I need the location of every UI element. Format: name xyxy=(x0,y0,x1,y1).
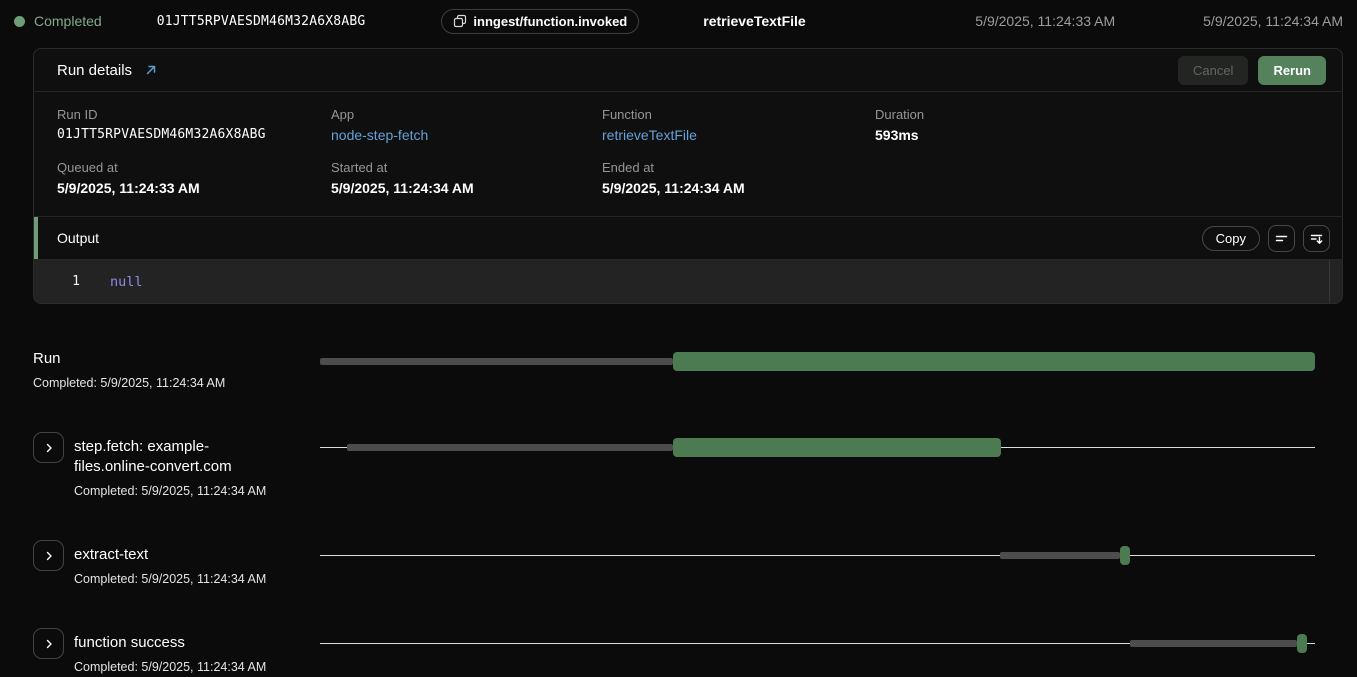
field-label: Duration xyxy=(875,107,1319,122)
status-dot-icon xyxy=(14,16,25,27)
step-title: step.fetch: example-files.online-convert… xyxy=(74,437,284,477)
field-duration: Duration 593ms xyxy=(875,107,1319,143)
expand-step-button[interactable] xyxy=(33,628,64,659)
trace-step-row[interactable]: function success Completed: 5/9/2025, 11… xyxy=(33,628,1315,674)
follow-output-button[interactable] xyxy=(1303,225,1330,252)
run-status: Completed xyxy=(34,13,102,29)
field-value: 593ms xyxy=(875,127,1319,143)
function-link[interactable]: retrieveTextFile xyxy=(602,127,875,143)
field-run-id: Run ID 01JTT5RPVAESDM46M32A6X8ABG xyxy=(57,107,331,143)
panel-header: Run details Cancel Rerun xyxy=(34,49,1342,92)
run-queued-bar xyxy=(320,358,673,365)
trace-run-completed: Completed: 5/9/2025, 11:24:34 AM xyxy=(33,376,320,390)
step-queued-bar xyxy=(1130,640,1297,647)
field-value: 01JTT5RPVAESDM46M32A6X8ABG xyxy=(57,127,331,142)
output-header: Output Copy xyxy=(34,216,1342,260)
page-title: Run details xyxy=(57,62,132,79)
run-summary-bar[interactable]: Completed 01JTT5RPVAESDM46M32A6X8ABG inn… xyxy=(0,0,1357,42)
field-label: Run ID xyxy=(57,107,331,122)
step-duration-marker[interactable] xyxy=(1297,634,1307,653)
output-code-viewer[interactable]: 1 null xyxy=(34,260,1342,303)
duplicate-squares-icon xyxy=(453,14,467,28)
step-completed: Completed: 5/9/2025, 11:24:34 AM xyxy=(74,572,284,586)
step-timeline xyxy=(320,634,1315,653)
output-value: null xyxy=(110,274,143,290)
step-completed: Completed: 5/9/2025, 11:24:34 AM xyxy=(74,660,284,674)
step-duration-bar[interactable] xyxy=(673,438,1000,457)
field-value: 5/9/2025, 11:24:34 AM xyxy=(331,180,602,196)
external-link-icon[interactable] xyxy=(144,63,158,77)
function-name: retrieveTextFile xyxy=(703,13,805,29)
step-title: function success xyxy=(74,633,284,653)
expand-step-button[interactable] xyxy=(33,432,64,463)
chevron-right-icon xyxy=(43,638,55,650)
output-title: Output xyxy=(57,230,99,246)
run-metadata: Run ID 01JTT5RPVAESDM46M32A6X8ABG App no… xyxy=(34,92,1342,216)
trace-timeline: Run Completed: 5/9/2025, 11:24:34 AM ste… xyxy=(33,350,1315,674)
started-timestamp: 5/9/2025, 11:24:34 AM xyxy=(1203,13,1343,29)
step-queued-bar xyxy=(1000,552,1120,559)
copy-button[interactable]: Copy xyxy=(1202,226,1260,251)
event-badge[interactable]: inngest/function.invoked xyxy=(441,9,639,34)
run-duration-bar[interactable] xyxy=(673,352,1315,371)
step-duration-marker[interactable] xyxy=(1120,546,1130,565)
run-id: 01JTT5RPVAESDM46M32A6X8ABG xyxy=(157,14,366,29)
step-title: extract-text xyxy=(74,545,284,565)
event-badge-label: inngest/function.invoked xyxy=(473,14,627,29)
expand-step-button[interactable] xyxy=(33,540,64,571)
field-label: App xyxy=(331,107,602,122)
field-label: Started at xyxy=(331,160,602,175)
field-ended-at: Ended at 5/9/2025, 11:24:34 AM xyxy=(602,160,875,196)
trace-run-row[interactable]: Run Completed: 5/9/2025, 11:24:34 AM xyxy=(33,350,1315,390)
field-queued-at: Queued at 5/9/2025, 11:24:33 AM xyxy=(57,160,331,196)
run-timeline xyxy=(320,352,1315,371)
field-function: Function retrieveTextFile xyxy=(602,107,875,143)
step-completed: Completed: 5/9/2025, 11:24:34 AM xyxy=(74,484,284,498)
rerun-button[interactable]: Rerun xyxy=(1258,56,1326,85)
text-lines-icon xyxy=(1274,231,1289,246)
timeline-baseline xyxy=(320,555,1315,556)
step-timeline xyxy=(320,546,1315,565)
field-value: 5/9/2025, 11:24:33 AM xyxy=(57,180,331,196)
field-value: 5/9/2025, 11:24:34 AM xyxy=(602,180,875,196)
field-started-at: Started at 5/9/2025, 11:24:34 AM xyxy=(331,160,602,196)
step-timeline xyxy=(320,438,1315,457)
trace-step-row[interactable]: extract-text Completed: 5/9/2025, 11:24:… xyxy=(33,540,1315,586)
step-queued-bar xyxy=(347,444,673,451)
trace-run-label: Run xyxy=(33,350,320,367)
chevron-right-icon xyxy=(43,550,55,562)
queued-timestamp: 5/9/2025, 11:24:33 AM xyxy=(975,13,1115,29)
field-label: Function xyxy=(602,107,875,122)
field-app: App node-step-fetch xyxy=(331,107,602,143)
field-label: Queued at xyxy=(57,160,331,175)
chevron-right-icon xyxy=(43,442,55,454)
line-number: 1 xyxy=(34,274,80,289)
output-status-stripe xyxy=(34,217,38,259)
lines-arrow-down-icon xyxy=(1309,231,1324,246)
field-label: Ended at xyxy=(602,160,875,175)
run-details-panel: Run details Cancel Rerun Run ID 01JTT5RP… xyxy=(33,48,1343,304)
app-link[interactable]: node-step-fetch xyxy=(331,127,602,143)
cancel-button[interactable]: Cancel xyxy=(1178,56,1248,85)
code-scrollbar[interactable] xyxy=(1329,260,1342,303)
wrap-lines-button[interactable] xyxy=(1268,225,1295,252)
trace-step-row[interactable]: step.fetch: example-files.online-convert… xyxy=(33,432,1315,498)
